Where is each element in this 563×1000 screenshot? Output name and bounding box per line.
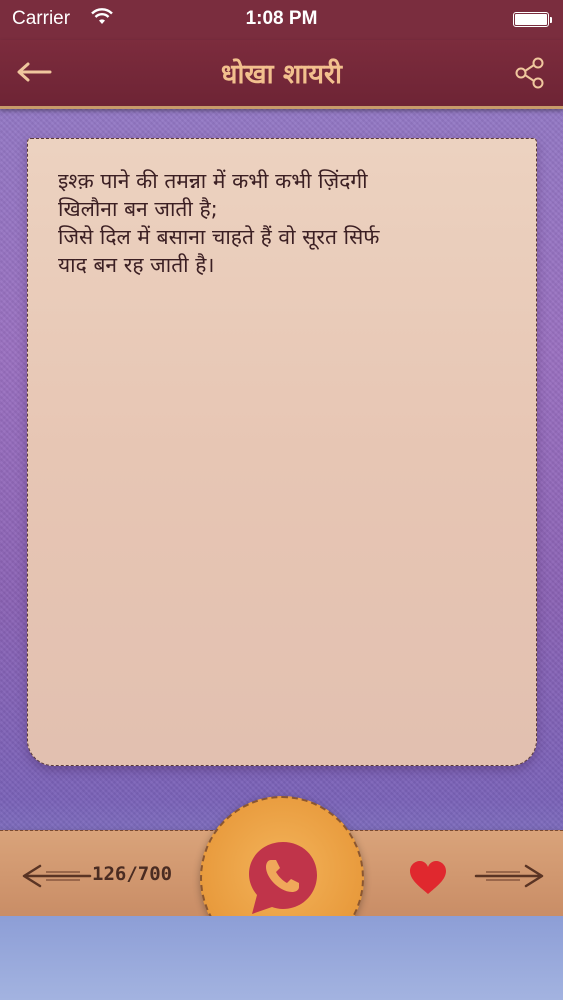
shayari-text: इश्क़ पाने की तमन्ना में कभी कभी ज़िंदगी… bbox=[58, 169, 380, 277]
bottom-spacer bbox=[0, 916, 563, 1000]
whatsapp-icon bbox=[249, 842, 317, 914]
back-arrow-icon[interactable] bbox=[14, 54, 58, 90]
status-time: 1:08 PM bbox=[245, 8, 318, 29]
shayari-card: इश्क़ पाने की तमन्ना में कभी कभी ज़िंदगी… bbox=[27, 138, 537, 766]
battery-icon bbox=[513, 12, 552, 27]
page-counter: 126/700 bbox=[92, 863, 173, 885]
heart-icon[interactable] bbox=[408, 860, 448, 896]
status-bar: Carrier 1:08 PM bbox=[0, 0, 563, 40]
page-title: धोखा शायरी bbox=[220, 59, 343, 90]
right-arrow-icon[interactable] bbox=[474, 860, 546, 892]
nav-bar: धोखा शायरी bbox=[0, 40, 563, 109]
share-icon[interactable] bbox=[513, 56, 547, 90]
left-arrow-icon[interactable] bbox=[20, 860, 92, 892]
